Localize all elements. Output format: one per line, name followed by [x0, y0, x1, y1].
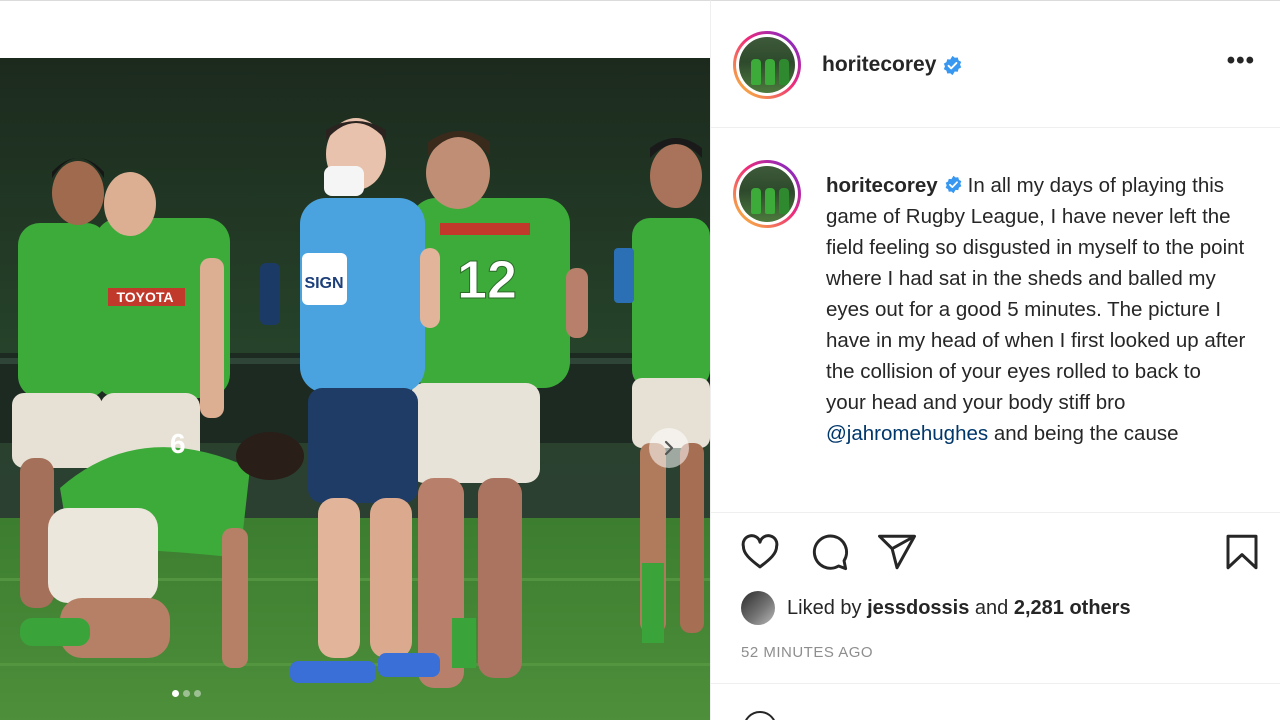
- photo-top-strip: [0, 1, 710, 58]
- carousel-dot: [183, 690, 190, 697]
- caption-text: horitecorey In all my days of playing thi…: [826, 170, 1246, 449]
- caption-avatar[interactable]: [733, 160, 801, 228]
- post-photo[interactable]: 12 SIGN TOYOTA 6: [0, 58, 710, 720]
- caption-body: In all my days of playing this game of R…: [826, 174, 1246, 414]
- svg-text:TOYOTA: TOYOTA: [116, 289, 173, 305]
- add-comment-bar: [711, 683, 1280, 720]
- bookmark-icon[interactable]: [1221, 531, 1263, 573]
- post-timestamp[interactable]: 52 MINUTES AGO: [741, 644, 873, 661]
- caption-username[interactable]: horitecorey: [826, 174, 938, 197]
- liker-username[interactable]: jessdossis: [867, 597, 969, 620]
- author-username[interactable]: horitecorey: [822, 53, 936, 77]
- more-options-icon[interactable]: •••: [1227, 49, 1255, 73]
- verified-badge-icon: [945, 175, 961, 194]
- svg-text:SIGN: SIGN: [304, 275, 343, 292]
- caption-body-continued: and being the cause: [993, 422, 1179, 445]
- emoji-icon[interactable]: [743, 711, 777, 720]
- likes-others-link[interactable]: 2,281 others: [1014, 597, 1131, 620]
- author-avatar[interactable]: [733, 31, 801, 99]
- likes-summary: Liked by jessdossis and 2,281 others: [741, 591, 1131, 625]
- heart-icon[interactable]: [739, 531, 781, 573]
- post-header: horitecorey •••: [711, 1, 1280, 128]
- post-actions: Liked by jessdossis and 2,281 others 52 …: [711, 512, 1280, 720]
- post-photo-panel: 12 SIGN TOYOTA 6: [0, 0, 710, 720]
- rugby-photo-illustration: 12 SIGN TOYOTA 6: [0, 58, 710, 720]
- likes-prefix: Liked by: [787, 596, 862, 619]
- carousel-dot: [194, 690, 201, 697]
- carousel-dot: [172, 690, 179, 697]
- carousel-dots: [172, 690, 201, 697]
- svg-text:12: 12: [457, 250, 517, 310]
- verified-badge-icon: [944, 55, 962, 75]
- caption-area: horitecorey In all my days of playing thi…: [711, 128, 1280, 512]
- caption-mention-link[interactable]: @jahromehughes: [826, 422, 988, 445]
- likes-connector: and: [974, 596, 1009, 619]
- carousel-next-button[interactable]: [649, 428, 689, 468]
- chevron-right-icon: [664, 440, 674, 456]
- svg-text:6: 6: [170, 428, 186, 459]
- comment-icon[interactable]: [808, 531, 850, 573]
- post-sidebar: horitecorey ••• horitecorey In all my day…: [710, 0, 1280, 720]
- liker-avatar[interactable]: [741, 591, 775, 625]
- share-icon[interactable]: [876, 531, 918, 573]
